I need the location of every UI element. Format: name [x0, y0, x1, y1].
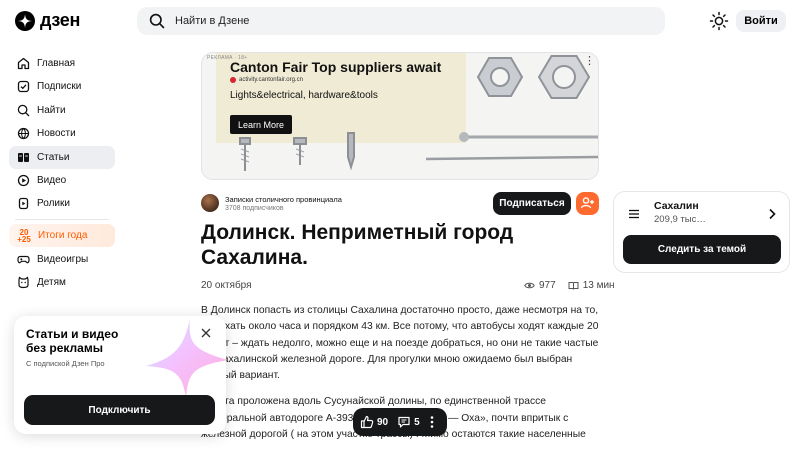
sidebar-item-news[interactable]: Новости: [9, 122, 115, 145]
subscribe-button[interactable]: Подписаться: [493, 192, 571, 215]
topic-count: 209,9 тыс…: [654, 214, 706, 225]
promo-title: Статьи и видео без рекламы: [26, 327, 119, 355]
articles-icon: [18, 152, 29, 162]
follow-topic-button[interactable]: Следить за темой: [623, 235, 781, 264]
sidebar-item-label: Итоги года: [38, 230, 88, 242]
sidebar-item-subscriptions[interactable]: Подписки: [9, 75, 115, 98]
ad-more-icon[interactable]: ⋮: [584, 56, 595, 67]
article-date: 20 октября: [201, 280, 252, 291]
sidebar-item-videogames[interactable]: Видеоигры: [9, 248, 115, 271]
sidebar-item-kids[interactable]: Детям: [9, 271, 115, 294]
kids-icon: [18, 276, 29, 289]
sidebar-item-label: Детям: [37, 277, 66, 289]
connect-button[interactable]: Подключить: [24, 395, 215, 425]
comments-button[interactable]: 5: [397, 415, 420, 429]
chevron-right-icon[interactable]: [768, 208, 776, 220]
ad-site-url: activity.cantonfair.org.cn: [239, 77, 303, 83]
divider: [15, 219, 109, 221]
like-button[interactable]: 90: [360, 415, 388, 429]
ad-banner[interactable]: РЕКЛАМА · 18+ ⋮ Canton Fair Top supplier…: [201, 52, 599, 180]
ad-site: activity.cantonfair.org.cn: [230, 77, 303, 83]
news-icon: [17, 128, 30, 140]
read-time: 13 мин: [582, 280, 615, 291]
article-paragraph: В Долинск попасть из столицы Сахалина до…: [201, 305, 599, 382]
pro-subscription-promo: Статьи и видео без рекламы С подпиской Д…: [14, 316, 226, 434]
person-add-icon: [580, 197, 594, 209]
article-title: Долинск. Неприметный город Сахалина.: [201, 221, 514, 269]
topic-card: Сахалин 209,9 тыс… Следить за темой: [613, 191, 790, 273]
comments-count: 5: [414, 416, 420, 428]
views-count: 977: [539, 280, 556, 291]
likes-count: 90: [377, 416, 389, 428]
book-icon: [568, 282, 579, 290]
ad-description: Lights&electrical, hardware&tools: [230, 90, 378, 101]
sidebar-item-search[interactable]: Найти: [9, 99, 115, 122]
sidebar-item-label: Ролики: [37, 198, 70, 210]
site-favicon-icon: [230, 77, 236, 83]
logo[interactable]: дзен: [15, 10, 80, 31]
sidebar: Главная Подписки Найти Новости Статьи Ви…: [9, 52, 115, 295]
sidebar-item-label: Видео: [37, 174, 67, 186]
reaction-bar: 90 5: [353, 408, 447, 436]
comment-icon: [398, 416, 410, 428]
promo-subtitle: С подпиской Дзен Про: [26, 359, 105, 368]
sun-icon[interactable]: [709, 11, 729, 31]
thumbs-up-icon: [360, 415, 374, 429]
search-input[interactable]: [175, 7, 645, 35]
more-vertical-icon: [430, 416, 433, 428]
search-icon: [17, 104, 30, 117]
sidebar-item-label: Найти: [37, 104, 66, 116]
logo-text: дзен: [40, 10, 81, 30]
sidebar-item-articles[interactable]: Статьи: [9, 145, 115, 169]
home-icon: [17, 57, 30, 70]
shorts-icon: [18, 198, 29, 210]
login-button[interactable]: Войти: [736, 10, 786, 32]
topic-list-icon: [629, 209, 639, 219]
more-button[interactable]: [430, 415, 434, 429]
sidebar-item-label: Видеоигры: [37, 253, 89, 265]
close-icon[interactable]: [200, 327, 212, 339]
sidebar-item-label: Подписки: [37, 81, 82, 93]
sidebar-item-shorts[interactable]: Ролики: [9, 192, 115, 215]
channel-info[interactable]: Записки столичного провинциала 3708 подп…: [201, 194, 342, 212]
ad-title: Canton Fair Top suppliers await: [230, 59, 442, 75]
channel-subscribers: 3708 подписчиков: [225, 204, 284, 212]
article-stats: 977 13 мин: [524, 280, 615, 291]
channel-avatar[interactable]: [201, 194, 219, 212]
sidebar-item-home[interactable]: Главная: [9, 52, 115, 75]
eye-icon: [524, 282, 535, 289]
ad-learn-more-button[interactable]: Learn More: [230, 115, 292, 134]
channel-name[interactable]: Записки столичного провинциала: [225, 195, 342, 204]
topic-name[interactable]: Сахалин: [654, 200, 699, 212]
sidebar-item-year-results[interactable]: 20 +25 Итоги года: [9, 224, 115, 248]
year-results-icon: 20 +25: [17, 227, 31, 244]
search-icon: [149, 13, 165, 29]
gamepad-icon: [17, 255, 30, 264]
video-icon: [17, 174, 30, 187]
sidebar-item-video[interactable]: Видео: [9, 169, 115, 192]
sidebar-item-label: Новости: [37, 128, 76, 140]
subscriptions-icon: [17, 81, 30, 93]
sidebar-item-label: Статьи: [37, 151, 70, 163]
search-bar[interactable]: [137, 7, 665, 35]
dzen-logo-icon: [15, 10, 35, 31]
subscribe-options-button[interactable]: [576, 192, 599, 215]
sidebar-item-label: Главная: [37, 58, 76, 69]
